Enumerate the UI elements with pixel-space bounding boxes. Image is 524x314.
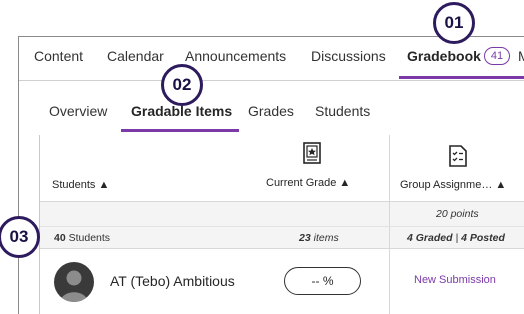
active-subtab-indicator [121, 129, 239, 132]
column-divider [389, 249, 390, 314]
tab-announcements[interactable]: Announcements [185, 48, 286, 64]
column-divider [389, 135, 390, 201]
tab-calendar[interactable]: Calendar [107, 48, 164, 64]
tab-gradebook[interactable]: Gradebook [407, 48, 481, 64]
group-assignment-header-label: Group Assignme… [400, 179, 493, 191]
column-header-group-assignment[interactable]: Group Assignme… ▲︎ [400, 179, 506, 191]
gradebook-grid: Students ▲︎ Current Grade ▲︎ Group Assig… [39, 135, 524, 314]
column-header-students[interactable]: Students ▲︎ [52, 179, 109, 191]
avatar[interactable] [54, 262, 94, 302]
graded-posted-summary: 4 Graded | 4 Posted [407, 232, 505, 244]
sort-icon[interactable]: ▲︎ [495, 179, 506, 191]
active-tab-indicator [399, 76, 524, 79]
grid-header: Students ▲︎ Current Grade ▲︎ Group Assig… [40, 135, 524, 202]
tab-content[interactable]: Content [34, 48, 83, 64]
tab-students[interactable]: Students [315, 103, 370, 119]
course-window: Content Calendar Announcements Discussio… [18, 36, 524, 314]
column-divider [389, 227, 390, 248]
sort-icon[interactable]: ▲︎ [98, 179, 109, 191]
tab-grades[interactable]: Grades [248, 103, 294, 119]
student-name[interactable]: AT (Tebo) Ambitious [110, 273, 235, 289]
new-submission-link[interactable]: New Submission [414, 274, 496, 286]
points-value: 20 points [436, 208, 479, 220]
step-marker-02: 02 [161, 64, 203, 106]
students-header-label: Students [52, 179, 96, 191]
students-count-summary: 40 Students [54, 232, 111, 244]
points-row: 20 points [40, 202, 524, 227]
column-header-current-grade[interactable]: Current Grade ▲︎ [266, 177, 350, 189]
column-divider [389, 202, 390, 226]
tab-overflow[interactable]: M [518, 48, 524, 64]
gradebook-item-icon [303, 142, 321, 169]
step-marker-01: 01 [433, 2, 475, 44]
step-marker-03: 03 [0, 216, 40, 258]
tab-discussions[interactable]: Discussions [311, 48, 386, 64]
current-grade-pill[interactable]: -- % [284, 267, 361, 295]
assignment-icon [449, 145, 467, 172]
gradebook-count-badge: 41 [484, 47, 510, 65]
gradebook-sub-nav: Overview Gradable Items Grades Students [19, 81, 524, 133]
table-row[interactable]: AT (Tebo) Ambitious -- % New Submission [40, 249, 524, 314]
current-grade-header-label: Current Grade [266, 177, 337, 189]
summary-row: 40 Students 23 items 4 Graded | 4 Posted [40, 227, 524, 249]
items-count-summary: 23 items [299, 232, 339, 244]
sort-icon[interactable]: ▲︎ [339, 177, 350, 189]
tab-overview[interactable]: Overview [49, 103, 107, 119]
course-top-nav: Content Calendar Announcements Discussio… [19, 37, 524, 81]
